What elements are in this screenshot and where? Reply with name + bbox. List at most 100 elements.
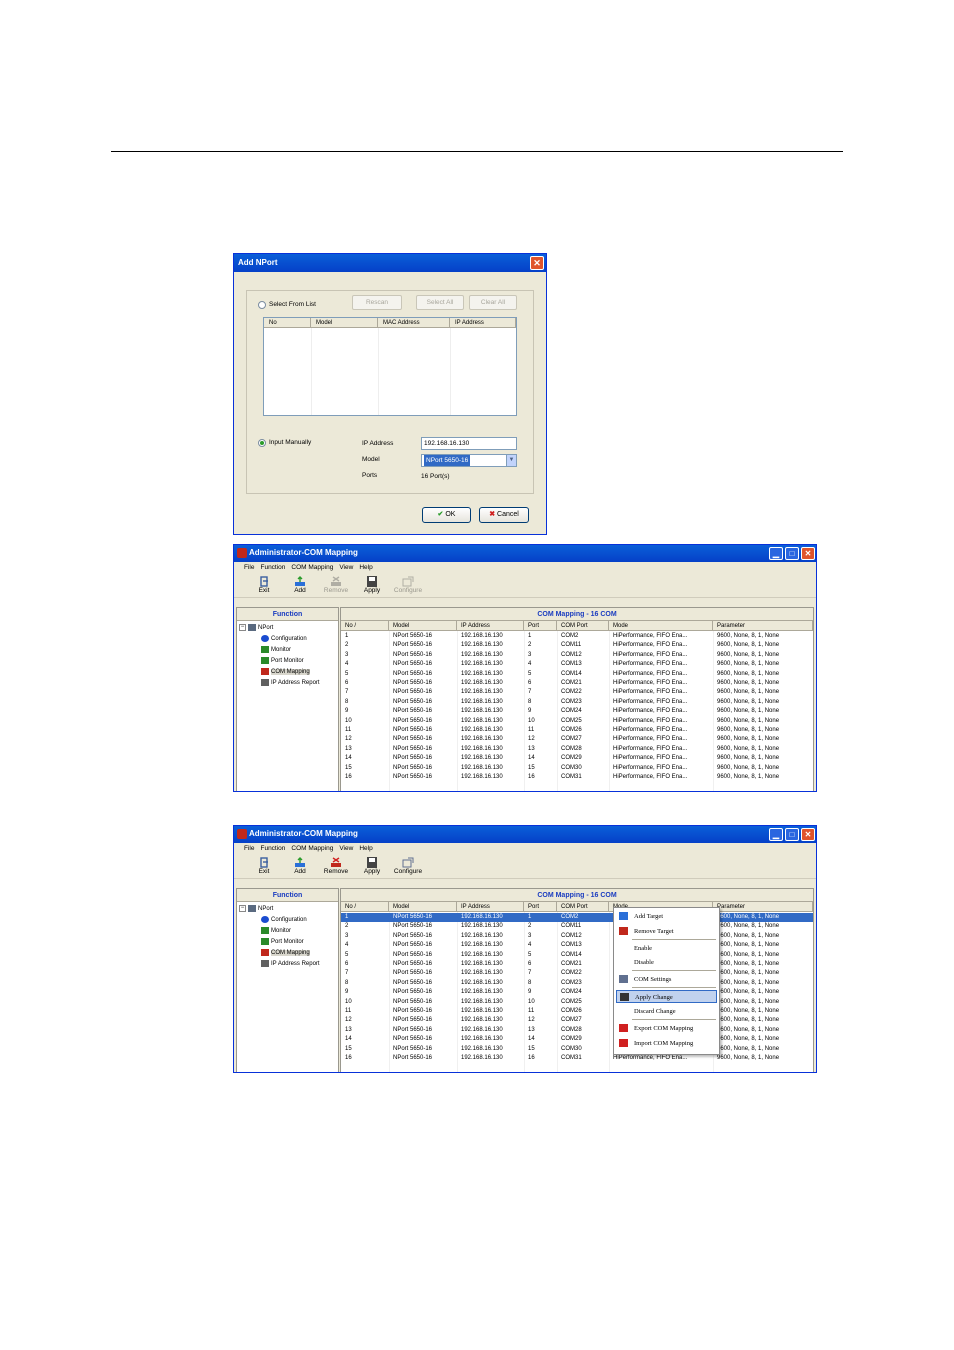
minimize-icon[interactable]: ▁ xyxy=(769,828,783,841)
tree-item-com-mapping[interactable]: COM Mapping xyxy=(261,949,310,956)
close-icon[interactable]: ✕ xyxy=(801,828,815,841)
configure-button[interactable]: Configure xyxy=(390,855,426,879)
column-header-ip[interactable]: IP Address xyxy=(457,902,524,912)
tree-item-monitor[interactable]: Monitor xyxy=(261,927,291,934)
table-row[interactable]: 1NPort 5650-16192.168.16.1301COM2HiPerfo… xyxy=(341,632,813,641)
configure-button[interactable]: Configure xyxy=(390,574,426,598)
close-icon[interactable]: ✕ xyxy=(801,547,815,560)
ok-button[interactable]: ✔ OK xyxy=(422,507,471,523)
table-row[interactable]: 11NPort 5650-16192.168.16.13011COM26HiPe… xyxy=(341,1007,813,1016)
table-row[interactable]: 2NPort 5650-16192.168.16.1302COM11HiPerf… xyxy=(341,922,813,931)
context-item-com-settings[interactable]: COM Settings xyxy=(616,973,717,986)
tree-item-configuration[interactable]: Configuration xyxy=(261,916,307,923)
table-row[interactable]: 14NPort 5650-16192.168.16.13014COM29HiPe… xyxy=(341,1035,813,1044)
collapse-icon[interactable]: − xyxy=(239,624,246,631)
column-header-model[interactable]: Model xyxy=(389,621,457,631)
menu-function[interactable]: Function xyxy=(260,843,285,855)
context-item-import-com-mapping[interactable]: Import COM Mapping xyxy=(616,1037,717,1050)
apply-button[interactable]: Apply xyxy=(354,855,390,879)
table-row[interactable]: 13NPort 5650-16192.168.16.13013COM28HiPe… xyxy=(341,1026,813,1035)
add-button[interactable]: Add xyxy=(282,855,318,879)
column-header-com[interactable]: COM Port xyxy=(557,621,609,631)
table-row[interactable]: 12NPort 5650-16192.168.16.13012COM27HiPe… xyxy=(341,1016,813,1025)
minimize-icon[interactable]: ▁ xyxy=(769,547,783,560)
menu-file[interactable]: File xyxy=(244,843,254,855)
nport-list[interactable]: No Model MAC Address IP Address xyxy=(263,317,517,416)
tree-root-nport[interactable]: − NPort xyxy=(239,624,273,631)
table-row[interactable]: 7NPort 5650-16192.168.16.1307COM22HiPerf… xyxy=(341,688,813,697)
menu-help[interactable]: Help xyxy=(359,843,372,855)
menu-view[interactable]: View xyxy=(339,843,353,855)
menu-view[interactable]: View xyxy=(339,562,353,574)
table-row[interactable]: 10NPort 5650-16192.168.16.13010COM25HiPe… xyxy=(341,998,813,1007)
table-row[interactable]: 1NPort 5650-16192.168.16.1301COM2HiPerfo… xyxy=(341,913,813,923)
close-icon[interactable]: ✕ xyxy=(530,256,544,270)
table-row[interactable]: 16 NPort 5650-16 192.168.16.130 16 COM31 HiPe… xyxy=(341,1054,813,1063)
table-row[interactable]: 4NPort 5650-16192.168.16.1304COM13HiPerf… xyxy=(341,660,813,669)
table-row[interactable]: 7NPort 5650-16192.168.16.1307COM22HiPerf… xyxy=(341,969,813,978)
context-item-apply-change[interactable]: Apply Change xyxy=(616,990,717,1003)
table-row[interactable]: 14NPort 5650-16192.168.16.13014COM29HiPe… xyxy=(341,754,813,763)
cancel-button[interactable]: ✖ Cancel xyxy=(479,507,529,523)
column-header-port[interactable]: Port xyxy=(524,902,557,912)
menu-com-mapping[interactable]: COM Mapping xyxy=(291,843,333,855)
rescan-button[interactable]: Rescan xyxy=(352,295,402,310)
table-row[interactable]: 9NPort 5650-16192.168.16.1309COM24HiPerf… xyxy=(341,988,813,997)
exit-button[interactable]: Exit xyxy=(246,574,282,598)
column-header-port[interactable]: Port xyxy=(524,621,557,631)
table-row[interactable]: 15NPort 5650-16192.168.16.13015COM30HiPe… xyxy=(341,1045,813,1054)
column-header-param[interactable]: Parameter xyxy=(713,621,813,631)
context-item-enable[interactable]: Enable xyxy=(616,942,717,955)
remove-button[interactable]: Remove xyxy=(318,574,354,598)
table-row[interactable]: 3NPort 5650-16192.168.16.1303COM12HiPerf… xyxy=(341,932,813,941)
tree-root-nport[interactable]: − NPort xyxy=(239,905,273,912)
column-header-param[interactable]: Parameter xyxy=(713,902,813,912)
input-manually-radio[interactable] xyxy=(258,439,266,447)
select-from-list-radio[interactable] xyxy=(258,301,266,309)
table-row[interactable]: 11NPort 5650-16192.168.16.13011COM26HiPe… xyxy=(341,726,813,735)
table-row[interactable]: 9NPort 5650-16192.168.16.1309COM24HiPerf… xyxy=(341,707,813,716)
clear-all-button[interactable]: Clear All xyxy=(469,295,517,310)
tree-item-port-monitor[interactable]: Port Monitor xyxy=(261,938,304,945)
column-header-mode[interactable]: Mode xyxy=(609,621,713,631)
menu-function[interactable]: Function xyxy=(260,562,285,574)
context-item-export-com-mapping[interactable]: Export COM Mapping xyxy=(616,1022,717,1035)
tree-item-com-mapping[interactable]: COM Mapping xyxy=(261,668,310,675)
maximize-icon[interactable]: □ xyxy=(785,828,799,841)
tree-item-ip-address-report[interactable]: IP Address Report xyxy=(261,960,320,967)
table-row[interactable]: 5 NPort 5650-16 192.168.16.130 5 COM14 HiPerf… xyxy=(341,670,813,679)
table-row[interactable]: 10NPort 5650-16192.168.16.13010COM25HiPe… xyxy=(341,717,813,726)
table-row[interactable]: 15NPort 5650-16192.168.16.13015COM30HiPe… xyxy=(341,764,813,773)
chevron-down-icon[interactable]: ▼ xyxy=(506,455,516,466)
context-item-discard-change[interactable]: Discard Change xyxy=(616,1005,717,1018)
add-button[interactable]: Add xyxy=(282,574,318,598)
table-row[interactable]: 4NPort 5650-16192.168.16.1304COM13HiPerf… xyxy=(341,941,813,950)
table-row[interactable]: 6NPort 5650-16192.168.16.1306COM21HiPerf… xyxy=(341,679,813,688)
column-header-ip[interactable]: IP Address xyxy=(457,621,524,631)
table-row[interactable]: 3NPort 5650-16192.168.16.1303COM12HiPerf… xyxy=(341,651,813,660)
exit-button[interactable]: Exit xyxy=(246,855,282,879)
menu-com-mapping[interactable]: COM Mapping xyxy=(291,562,333,574)
table-row[interactable]: 12NPort 5650-16192.168.16.13012COM27HiPe… xyxy=(341,735,813,744)
model-select[interactable]: NPort 5650-16 ▼ xyxy=(421,454,517,467)
table-row[interactable]: 13NPort 5650-16192.168.16.13013COM28HiPe… xyxy=(341,745,813,754)
column-header-com[interactable]: COM Port xyxy=(557,902,609,912)
column-header-model[interactable]: Model xyxy=(389,902,457,912)
column-header-no[interactable]: No / xyxy=(341,621,389,631)
table-row[interactable]: 8NPort 5650-16192.168.16.1308COM23HiPerf… xyxy=(341,698,813,707)
remove-button[interactable]: Remove xyxy=(318,855,354,879)
context-item-disable[interactable]: Disable xyxy=(616,956,717,969)
menu-help[interactable]: Help xyxy=(359,562,372,574)
context-item-add-target[interactable]: Add Target xyxy=(616,910,717,923)
table-row[interactable]: 8NPort 5650-16192.168.16.1308COM23HiPerf… xyxy=(341,979,813,988)
context-item-remove-target[interactable]: Remove Target xyxy=(616,925,717,938)
tree-item-port-monitor[interactable]: Port Monitor xyxy=(261,657,304,664)
menu-file[interactable]: File xyxy=(244,562,254,574)
table-row[interactable]: 6NPort 5650-16192.168.16.1306COM21HiPerf… xyxy=(341,960,813,969)
apply-button[interactable]: Apply xyxy=(354,574,390,598)
tree-item-monitor[interactable]: Monitor xyxy=(261,646,291,653)
table-row[interactable]: 2NPort 5650-16192.168.16.1302COM11HiPerf… xyxy=(341,641,813,650)
column-header-no[interactable]: No / xyxy=(341,902,389,912)
maximize-icon[interactable]: □ xyxy=(785,547,799,560)
table-row[interactable]: 16 NPort 5650-16 192.168.16.130 16 COM31 HiPe… xyxy=(341,773,813,782)
